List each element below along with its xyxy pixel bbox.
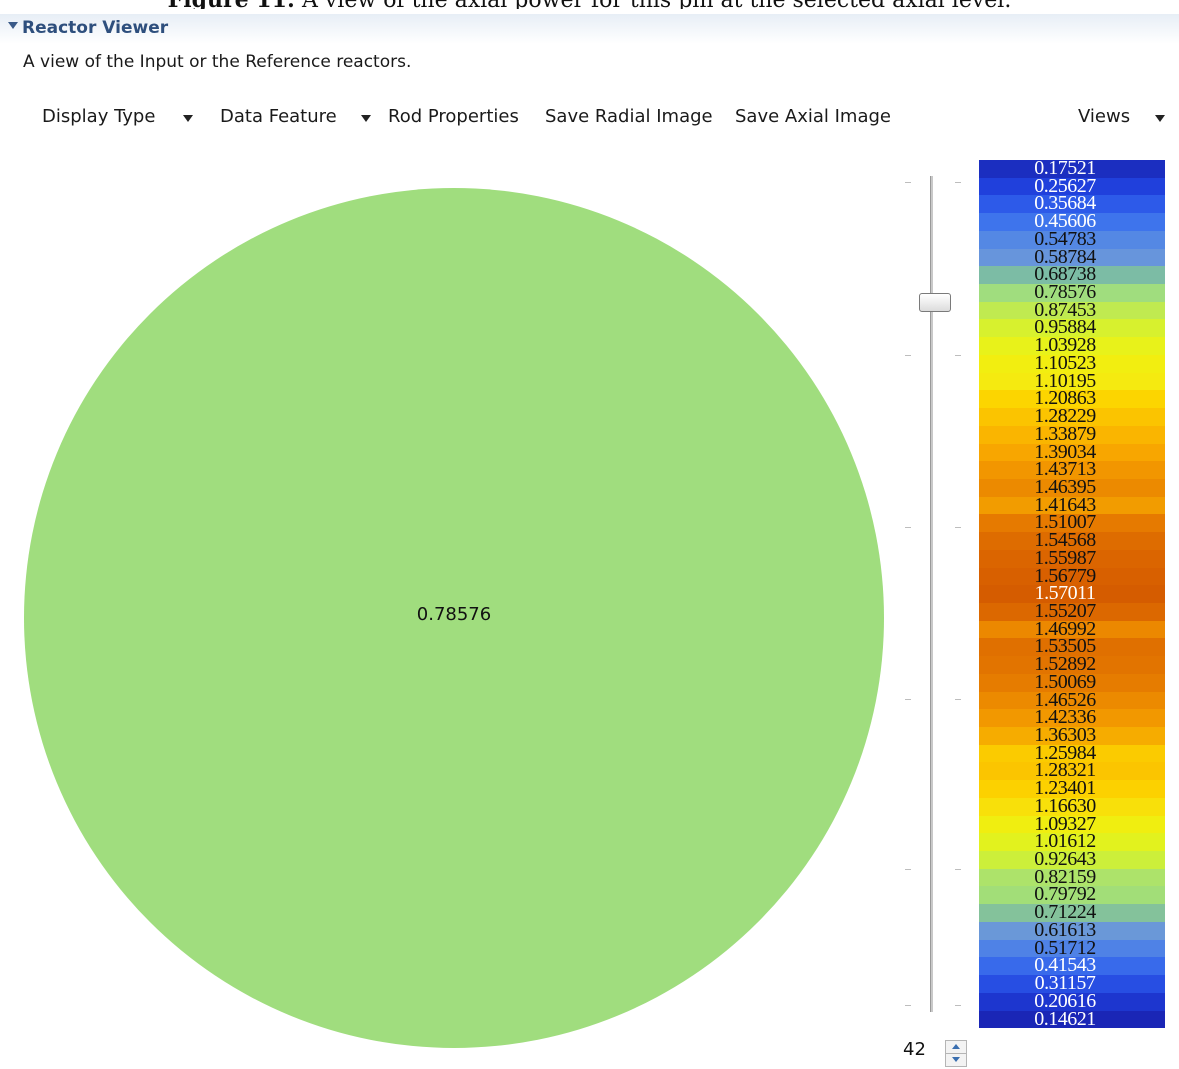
slider-tick [955, 355, 961, 356]
legend-cell: 0.14621 [979, 1009, 1165, 1028]
data-feature-menu[interactable]: Data Feature [220, 106, 337, 127]
save-axial-image-button[interactable]: Save Axial Image [735, 106, 891, 127]
spinner-up-button[interactable] [945, 1040, 967, 1054]
axial-level-value: 42 [903, 1039, 926, 1060]
save-radial-image-button[interactable]: Save Radial Image [545, 106, 713, 127]
section-header[interactable]: Reactor Viewer [0, 14, 1179, 44]
figure-caption-label: Figure 11: [168, 0, 295, 9]
data-feature-dropdown-icon[interactable] [361, 115, 371, 122]
axial-level-slider[interactable] [897, 172, 972, 1020]
slider-tick [955, 869, 961, 870]
toolbar: Display Type Data Feature Rod Properties… [0, 104, 1179, 134]
pin-value-label: 0.78576 [416, 604, 492, 625]
color-legend: 0.17521 0.25627 0.35684 0.45606 0.54783 0.587… [979, 160, 1165, 1028]
slider-tick [955, 527, 961, 528]
figure-caption: Figure 11: A view of the axial power for… [0, 0, 1179, 9]
collapse-triangle-icon[interactable] [8, 22, 18, 29]
slider-tick [955, 182, 961, 183]
views-dropdown-icon[interactable] [1155, 115, 1165, 122]
slider-tick [905, 869, 911, 870]
section-title[interactable]: Reactor Viewer [22, 18, 168, 38]
section-description: A view of the Input or the Reference rea… [23, 52, 412, 72]
slider-tick [905, 1005, 911, 1006]
slider-tick [905, 182, 911, 183]
slider-tick [905, 355, 911, 356]
display-type-menu[interactable]: Display Type [42, 106, 155, 127]
slider-thumb[interactable] [919, 293, 951, 312]
figure-caption-text: A view of the axial power for this pin a… [302, 0, 1011, 9]
slider-tick [955, 699, 961, 700]
axial-level-spinner[interactable] [945, 1040, 967, 1067]
rod-properties-button[interactable]: Rod Properties [388, 106, 519, 127]
slider-tick [905, 527, 911, 528]
arrow-down-icon [952, 1057, 960, 1062]
radial-view: 0.78576 [24, 188, 884, 1048]
slider-tick [905, 699, 911, 700]
display-type-dropdown-icon[interactable] [183, 115, 193, 122]
arrow-up-icon [952, 1044, 960, 1049]
spinner-down-button[interactable] [945, 1053, 967, 1067]
slider-tick [955, 1005, 961, 1006]
views-menu[interactable]: Views [1078, 106, 1130, 127]
